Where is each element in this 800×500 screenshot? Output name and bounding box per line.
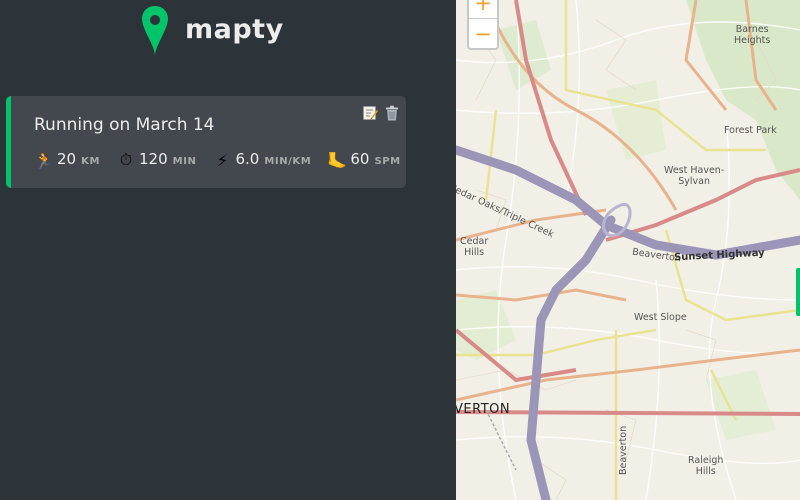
workout-marker-popup-edge[interactable]: [796, 268, 800, 316]
workout-details: 🏃 20 KM ⏱ 120 MIN ⚡ 6.0 MIN/KM 🦶 60 SPM: [34, 150, 417, 170]
map-label-west-slope: West Slope: [634, 312, 687, 323]
cadence-detail: 🦶 60 SPM: [327, 150, 400, 170]
trash-icon: [385, 105, 398, 120]
logo: mapty: [141, 4, 284, 56]
runner-icon: 🏃: [34, 150, 54, 170]
edit-button[interactable]: [361, 104, 378, 121]
duration-detail: ⏱ 120 MIN: [116, 150, 196, 170]
map-label-forest-park: Forest Park: [724, 125, 777, 136]
map-label-raleigh-hills: Raleigh Hills: [688, 455, 724, 477]
logo-text: mapty: [185, 13, 284, 45]
workout-actions: [361, 104, 400, 121]
zoom-in-button[interactable]: +: [469, 0, 497, 18]
pace-detail: ⚡ 6.0 MIN/KM: [212, 150, 311, 170]
map-label-beaverton-vertical: Beaverton: [618, 425, 629, 475]
workout-card[interactable]: Running on March 14 🏃 20 KM ⏱ 120 MIN ⚡ …: [6, 96, 406, 188]
lightning-icon: ⚡: [216, 150, 229, 170]
map[interactable]: + − Barnes Heights Forest Park West Have…: [456, 0, 800, 500]
workout-title: Running on March 14: [34, 115, 215, 135]
map-label-barnes-heights: Barnes Heights: [734, 24, 771, 46]
pace-value: 6.0: [235, 150, 260, 168]
cadence-value: 60: [350, 150, 370, 168]
pace-unit: MIN/KM: [264, 156, 312, 167]
cadence-unit: SPM: [374, 156, 401, 167]
sidebar: mapty Running on March 14 🏃 20 KM ⏱ 120 …: [0, 0, 456, 500]
delete-button[interactable]: [383, 104, 400, 121]
duration-unit: MIN: [172, 156, 197, 167]
zoom-out-button[interactable]: −: [469, 18, 497, 48]
stopwatch-icon: ⏱: [119, 150, 133, 169]
map-pin-icon: [142, 6, 168, 56]
distance-value: 20: [57, 150, 77, 168]
map-label-cedar-hills: Cedar Hills: [460, 236, 489, 258]
duration-value: 120: [139, 150, 168, 168]
footprint-icon: 🦶: [327, 150, 348, 170]
map-label-west-haven: West Haven- Sylvan: [664, 165, 725, 187]
distance-unit: KM: [81, 156, 100, 167]
edit-icon: [362, 105, 378, 120]
map-label-beaverton: VERTON: [456, 402, 511, 417]
distance-detail: 🏃 20 KM: [34, 150, 100, 170]
zoom-control: + −: [467, 0, 499, 50]
